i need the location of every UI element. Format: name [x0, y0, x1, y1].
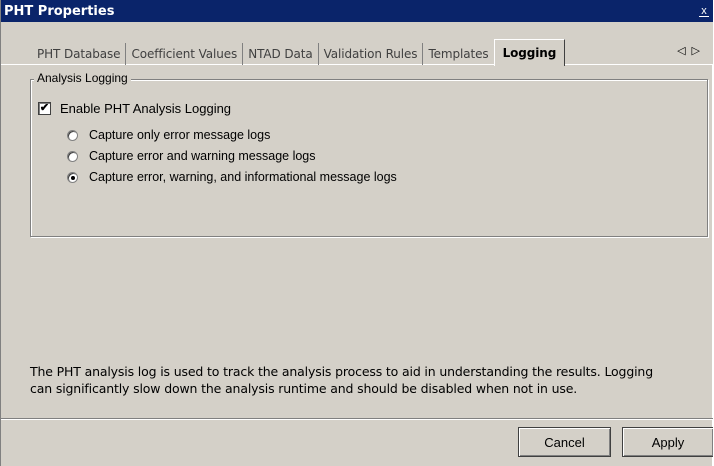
- logging-description: The PHT analysis log is used to track th…: [30, 363, 714, 397]
- enable-logging-checkbox[interactable]: ✔: [38, 102, 51, 115]
- option-error-warning-info[interactable]: Capture error, warning, and informationa…: [67, 170, 397, 184]
- radio-error-warning-info[interactable]: [67, 171, 78, 183]
- window-title: PHT Properties: [4, 3, 115, 19]
- enable-logging-row[interactable]: ✔ Enable PHT Analysis Logging: [38, 101, 231, 116]
- option-error-warning[interactable]: Capture error and warning message logs: [67, 149, 316, 163]
- tab-scroll-arrows: ◁▷: [677, 44, 706, 57]
- description-line: The PHT analysis log is used to track th…: [30, 364, 653, 379]
- tab-validation-rules[interactable]: Validation Rules: [319, 43, 424, 65]
- radio-error-only[interactable]: [67, 129, 78, 141]
- checkmark-icon: ✔: [39, 102, 50, 114]
- properties-window: PHT Properties x PHT Database Coefficien…: [0, 0, 714, 466]
- cancel-button[interactable]: Cancel: [518, 427, 611, 457]
- option-label: Capture error and warning message logs: [89, 149, 316, 163]
- description-line: can significantly slow down the analysis…: [30, 381, 578, 396]
- close-icon[interactable]: x: [699, 5, 709, 17]
- button-divider: [1, 418, 713, 419]
- scroll-left-icon[interactable]: ◁: [677, 44, 691, 57]
- radio-error-warning[interactable]: [67, 150, 78, 162]
- tab-logging[interactable]: Logging: [493, 39, 566, 66]
- tab-templates[interactable]: Templates: [423, 43, 493, 65]
- enable-logging-label: Enable PHT Analysis Logging: [60, 101, 232, 116]
- tab-strip: PHT Database Coefficient Values NTAD Dat…: [29, 37, 713, 66]
- option-label: Capture only error message logs: [89, 128, 271, 142]
- tab-coefficient-values[interactable]: Coefficient Values: [126, 43, 244, 65]
- tab-pht-database[interactable]: PHT Database: [29, 43, 127, 65]
- group-title: Analysis Logging: [34, 71, 131, 85]
- option-label: Capture error, warning, and informationa…: [89, 170, 397, 184]
- apply-button[interactable]: Apply: [622, 427, 713, 457]
- scroll-right-icon[interactable]: ▷: [692, 44, 706, 57]
- title-bar: PHT Properties x: [1, 0, 713, 22]
- option-error-only[interactable]: Capture only error message logs: [67, 128, 270, 142]
- tab-ntad-data[interactable]: NTAD Data: [243, 43, 319, 65]
